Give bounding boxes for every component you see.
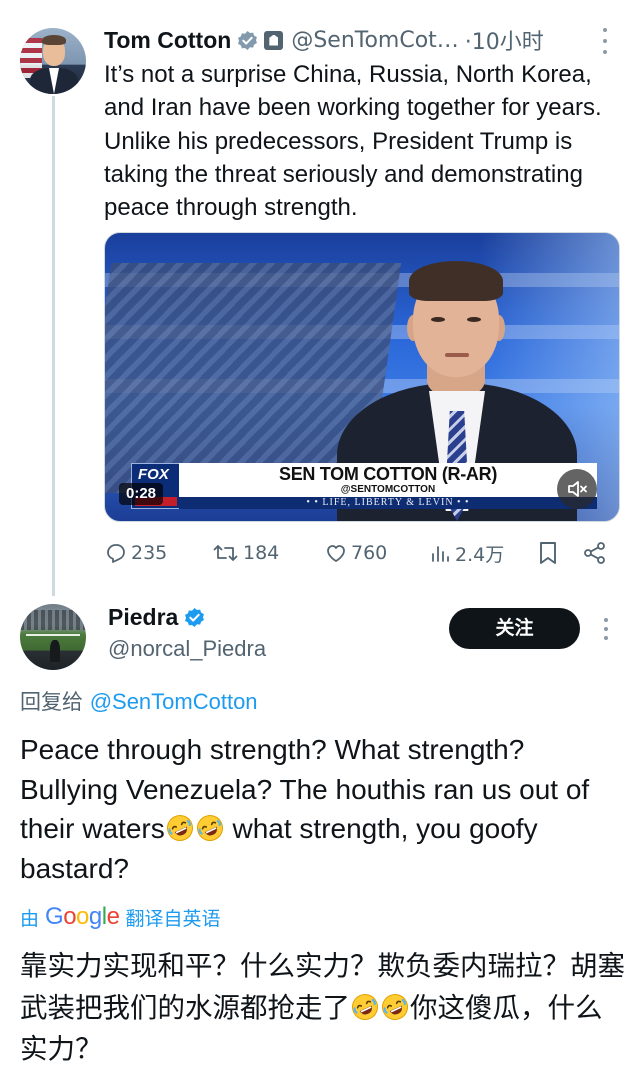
mute-button[interactable] <box>557 469 597 509</box>
repost-count: 184 <box>243 542 280 564</box>
chyron-handle: @SENTOMCOTTON <box>340 484 436 495</box>
reply-button[interactable]: 235 <box>104 536 167 570</box>
bookmark-button[interactable] <box>536 536 563 570</box>
reply-prefix: 回复给 <box>20 690 83 714</box>
presenter-eye <box>431 317 445 322</box>
author-handle[interactable]: @SenTomCot… <box>291 28 458 53</box>
author-name[interactable]: Tom Cotton <box>104 27 231 54</box>
avatar-stadium-stands <box>20 610 86 630</box>
chyron-show-title: • • LIFE, LIBERTY & LEVIN • • <box>179 497 597 509</box>
author-name[interactable]: Piedra <box>108 604 178 631</box>
like-button[interactable]: 760 <box>324 536 387 570</box>
thread-connector-line <box>52 96 55 596</box>
bookmark-icon <box>540 542 556 564</box>
reply-mention-link[interactable]: @SenTomCotton <box>90 689 258 714</box>
views-icon <box>432 546 449 562</box>
heart-icon <box>327 545 345 562</box>
mute-icon <box>568 481 587 497</box>
avatar-hair <box>42 35 66 45</box>
translation-attribution[interactable]: 由 Google 翻译自英语 <box>20 900 220 934</box>
google-logo: Google <box>45 903 120 931</box>
tweet-time[interactable]: ·10小时 <box>465 24 544 56</box>
share-button[interactable] <box>582 536 611 570</box>
video-player[interactable]: FOX SEN TOM COTTON (R-AR) @SENTOMCOTTON … <box>104 232 620 522</box>
translated-by-suffix: 翻译自英语 <box>125 907 221 930</box>
video-chyron: SEN TOM COTTON (R-AR) @SENTOMCOTTON • • … <box>179 463 597 509</box>
more-options-icon[interactable] <box>598 28 612 54</box>
avatar[interactable] <box>20 604 86 670</box>
rolling-on-floor-laughing-emoji <box>352 993 378 1020</box>
google-logo-text: Google <box>45 903 120 930</box>
follow-button[interactable]: 关注 <box>449 608 580 649</box>
presenter-mouth <box>445 353 469 357</box>
rolling-on-floor-laughing-emoji <box>166 815 193 842</box>
more-options-icon[interactable] <box>600 618 612 640</box>
chyron-name: SEN TOM COTTON (R-AR) <box>278 464 498 484</box>
author-handle[interactable]: @norcal_Piedra <box>108 636 266 662</box>
presenter-hair <box>409 261 503 301</box>
tweet-actions: 235 184 760 2.4万 <box>104 536 614 570</box>
translated-by-prefix: 由 <box>20 907 40 930</box>
tweet-text: It’s not a surprise China, Russia, North… <box>104 61 602 222</box>
author-name-row: Piedra <box>108 604 205 631</box>
network-logo-text: FOX <box>138 466 169 483</box>
views-count: 2.4万 <box>455 543 505 566</box>
rolling-on-floor-laughing-emoji <box>196 815 223 842</box>
presenter-eye <box>467 317 481 322</box>
verified-badge-icon[interactable] <box>184 607 205 628</box>
like-count: 760 <box>351 542 388 564</box>
verified-badge-icon[interactable] <box>237 30 258 51</box>
share-icon <box>584 542 605 564</box>
government-label-icon[interactable] <box>264 30 284 50</box>
rolling-on-floor-laughing-emoji <box>382 993 408 1020</box>
views-button[interactable]: 2.4万 <box>430 536 504 570</box>
reply-icon <box>107 544 125 563</box>
avatar[interactable] <box>20 28 86 94</box>
repost-button[interactable]: 184 <box>212 536 279 570</box>
repost-icon <box>213 545 238 561</box>
tweet-header: Tom Cotton @SenTomCot… ·10小时 <box>104 24 544 56</box>
tweet-text: Peace through strength? What strength? B… <box>20 730 624 888</box>
reply-context: 回复给 @SenTomCotton <box>20 686 258 716</box>
reply-count: 235 <box>131 542 168 564</box>
avatar-person <box>50 640 60 662</box>
video-duration: 0:28 <box>119 483 164 505</box>
translated-text: 靠实力实现和平？什么实力？欺负委内瑞拉？胡塞武装把我们的水源都抢走了 你这傻瓜，什… <box>20 946 626 1071</box>
